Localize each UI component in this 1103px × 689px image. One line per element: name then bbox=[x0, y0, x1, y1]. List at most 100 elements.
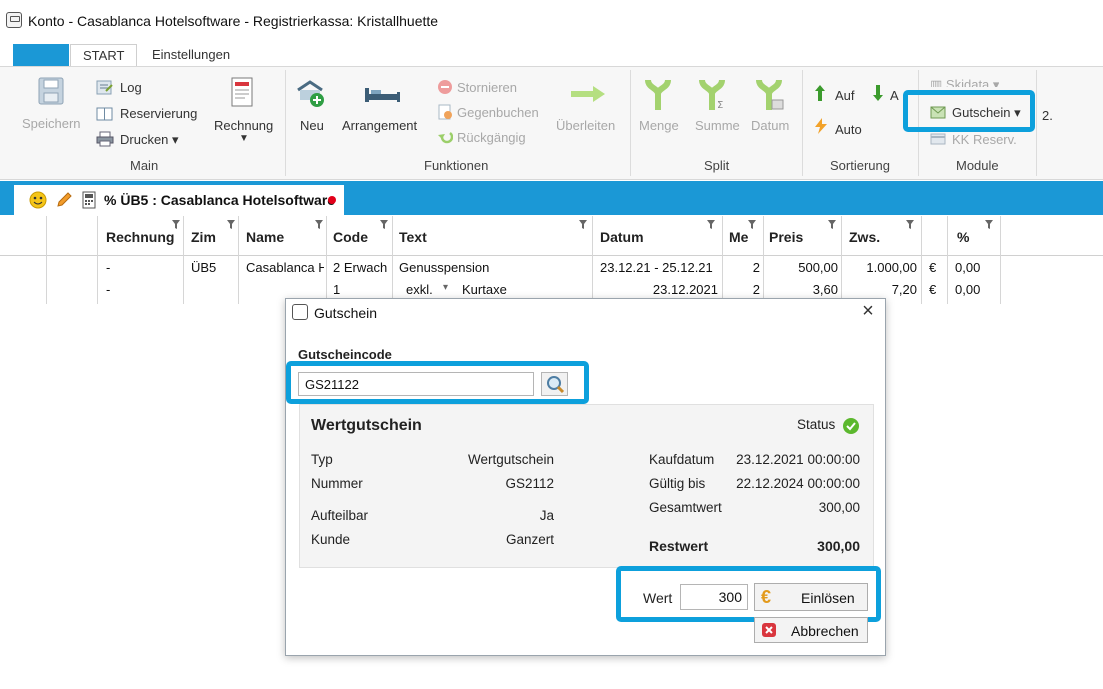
row2-code[interactable]: 1 bbox=[333, 282, 340, 297]
column-header-preis[interactable]: Preis bbox=[769, 229, 803, 245]
column-separator bbox=[238, 216, 239, 304]
menge-button[interactable]: Menge bbox=[639, 118, 679, 133]
neu-button[interactable]: Neu bbox=[300, 118, 324, 133]
column-header-percent[interactable]: % bbox=[957, 229, 969, 245]
filter-icon[interactable] bbox=[906, 220, 914, 229]
row1-code[interactable]: 2 Erwach bbox=[333, 260, 391, 275]
sort-auto-button[interactable]: Auto bbox=[835, 122, 862, 137]
voucher-card-title: Wertgutschein bbox=[311, 417, 422, 434]
countercharge-icon bbox=[437, 104, 453, 120]
barcode-icon: ▥ bbox=[930, 77, 943, 87]
app-icon bbox=[292, 304, 308, 320]
filter-icon[interactable] bbox=[707, 220, 715, 229]
row1-me[interactable]: 2 bbox=[722, 260, 760, 275]
speichern-button[interactable]: Speichern bbox=[22, 116, 81, 131]
file-tab[interactable] bbox=[13, 44, 69, 67]
row2-percent[interactable]: 0,00 bbox=[955, 282, 980, 297]
tab-start[interactable]: START bbox=[70, 44, 138, 67]
typ-label: Typ bbox=[311, 452, 333, 467]
smiley-icon[interactable] bbox=[29, 191, 47, 209]
kk-reserv-button[interactable]: KK Reserv. bbox=[952, 132, 1017, 147]
dialog-title: Gutschein bbox=[314, 305, 378, 321]
sort-auf-button[interactable]: Auf bbox=[835, 88, 855, 103]
row2-rechnung[interactable]: - bbox=[106, 282, 110, 297]
row1-zim[interactable]: ÜB5 bbox=[191, 260, 216, 275]
filter-icon[interactable] bbox=[579, 220, 587, 229]
aufteilbar-label: Aufteilbar bbox=[311, 508, 369, 523]
tab-einstellungen[interactable]: Einstellungen bbox=[140, 44, 242, 67]
row2-datum[interactable]: 23.12.2021 bbox=[592, 282, 718, 297]
filter-icon[interactable] bbox=[172, 220, 180, 229]
filter-icon[interactable] bbox=[985, 220, 993, 229]
arrow-up-icon bbox=[814, 84, 826, 102]
column-header-name[interactable]: Name bbox=[246, 229, 284, 245]
status-ok-icon bbox=[842, 417, 860, 435]
row1-preis[interactable]: 500,00 bbox=[763, 260, 838, 275]
column-separator bbox=[921, 216, 922, 304]
column-separator bbox=[1000, 216, 1001, 304]
abbrechen-button[interactable]: Abbrechen bbox=[754, 617, 868, 643]
group-label-module: Module bbox=[956, 158, 999, 173]
window-title: Konto - Casablanca Hotelsoftware - Regis… bbox=[28, 13, 439, 29]
row2-text[interactable]: Kurtaxe bbox=[462, 282, 507, 297]
bed-icon bbox=[363, 84, 403, 104]
log-button[interactable]: Log bbox=[120, 80, 142, 95]
gesamtwert-label: Gesamtwert bbox=[649, 500, 722, 515]
skidata-button[interactable]: ▥ Skidata ▾ bbox=[930, 77, 999, 87]
row1-text[interactable]: Genusspension bbox=[399, 260, 489, 275]
row2-preis[interactable]: 3,60 bbox=[763, 282, 838, 297]
gueltig-bis-value: 22.12.2024 00:00:00 bbox=[736, 476, 860, 491]
arrangement-button[interactable]: Arrangement bbox=[342, 118, 417, 133]
row1-rechnung[interactable]: - bbox=[106, 260, 110, 275]
row2-me[interactable]: 2 bbox=[722, 282, 760, 297]
filter-icon[interactable] bbox=[828, 220, 836, 229]
reservierung-button[interactable]: Reservierung bbox=[120, 106, 197, 121]
filter-icon[interactable] bbox=[748, 220, 756, 229]
rueckgaengig-button[interactable]: Rückgängig bbox=[457, 130, 526, 145]
typ-value: Wertgutschein bbox=[467, 452, 554, 467]
row1-name[interactable]: Casablanca H bbox=[246, 260, 324, 275]
pencil-icon[interactable] bbox=[55, 191, 73, 209]
close-icon[interactable]: × bbox=[858, 301, 878, 321]
column-header-zws[interactable]: Zws. bbox=[849, 229, 880, 245]
sort-ab-button[interactable]: A bbox=[890, 88, 899, 103]
summe-button[interactable]: Summe bbox=[695, 118, 740, 133]
kunde-label: Kunde bbox=[311, 532, 351, 547]
row1-datum[interactable]: 23.12.21 - 25.12.21 bbox=[600, 260, 713, 275]
rechnung-button[interactable]: Rechnung bbox=[214, 118, 273, 133]
filter-icon[interactable] bbox=[380, 220, 388, 229]
skidata-label: Skidata bbox=[945, 77, 990, 87]
calculator-icon[interactable] bbox=[81, 191, 97, 209]
save-icon bbox=[36, 76, 66, 108]
drucken-button[interactable]: Drucken ▾ bbox=[120, 132, 179, 148]
kaufdatum-value: 23.12.2021 00:00:00 bbox=[736, 452, 860, 467]
chevron-down-icon[interactable]: ▾ bbox=[443, 282, 448, 293]
row2-text-prefix[interactable]: exkl. bbox=[406, 282, 433, 297]
row1-percent[interactable]: 0,00 bbox=[955, 260, 980, 275]
group-separator bbox=[630, 70, 631, 176]
undo-icon bbox=[437, 130, 454, 144]
row2-zws[interactable]: 7,20 bbox=[841, 282, 917, 297]
invoice-icon bbox=[230, 76, 254, 108]
stornieren-button[interactable]: Stornieren bbox=[457, 80, 517, 95]
column-header-zim[interactable]: Zim bbox=[191, 229, 216, 245]
filter-icon[interactable] bbox=[315, 220, 323, 229]
aufteilbar-value: Ja bbox=[539, 508, 554, 523]
column-header-me[interactable]: Me bbox=[729, 229, 748, 245]
row1-zws[interactable]: 1.000,00 bbox=[841, 260, 917, 275]
column-header-text[interactable]: Text bbox=[399, 229, 427, 245]
filter-icon[interactable] bbox=[227, 220, 235, 229]
gegenbuchen-button[interactable]: Gegenbuchen bbox=[457, 105, 539, 120]
column-header-code[interactable]: Code bbox=[333, 229, 368, 245]
svg-text:Σ: Σ bbox=[717, 100, 723, 111]
column-header-rechnung[interactable]: Rechnung bbox=[106, 229, 174, 245]
ueberleiten-button[interactable]: Überleiten bbox=[556, 118, 615, 133]
column-separator bbox=[326, 216, 327, 304]
kunde-value: Ganzert bbox=[505, 532, 554, 547]
printer-icon bbox=[96, 131, 114, 147]
ribbon-overflow-label[interactable]: 2. bbox=[1042, 108, 1053, 123]
column-header-datum[interactable]: Datum bbox=[600, 229, 644, 245]
gueltig-bis-label: Gültig bis bbox=[649, 476, 706, 491]
datum-button[interactable]: Datum bbox=[751, 118, 789, 133]
reservierung-icon bbox=[96, 106, 114, 122]
